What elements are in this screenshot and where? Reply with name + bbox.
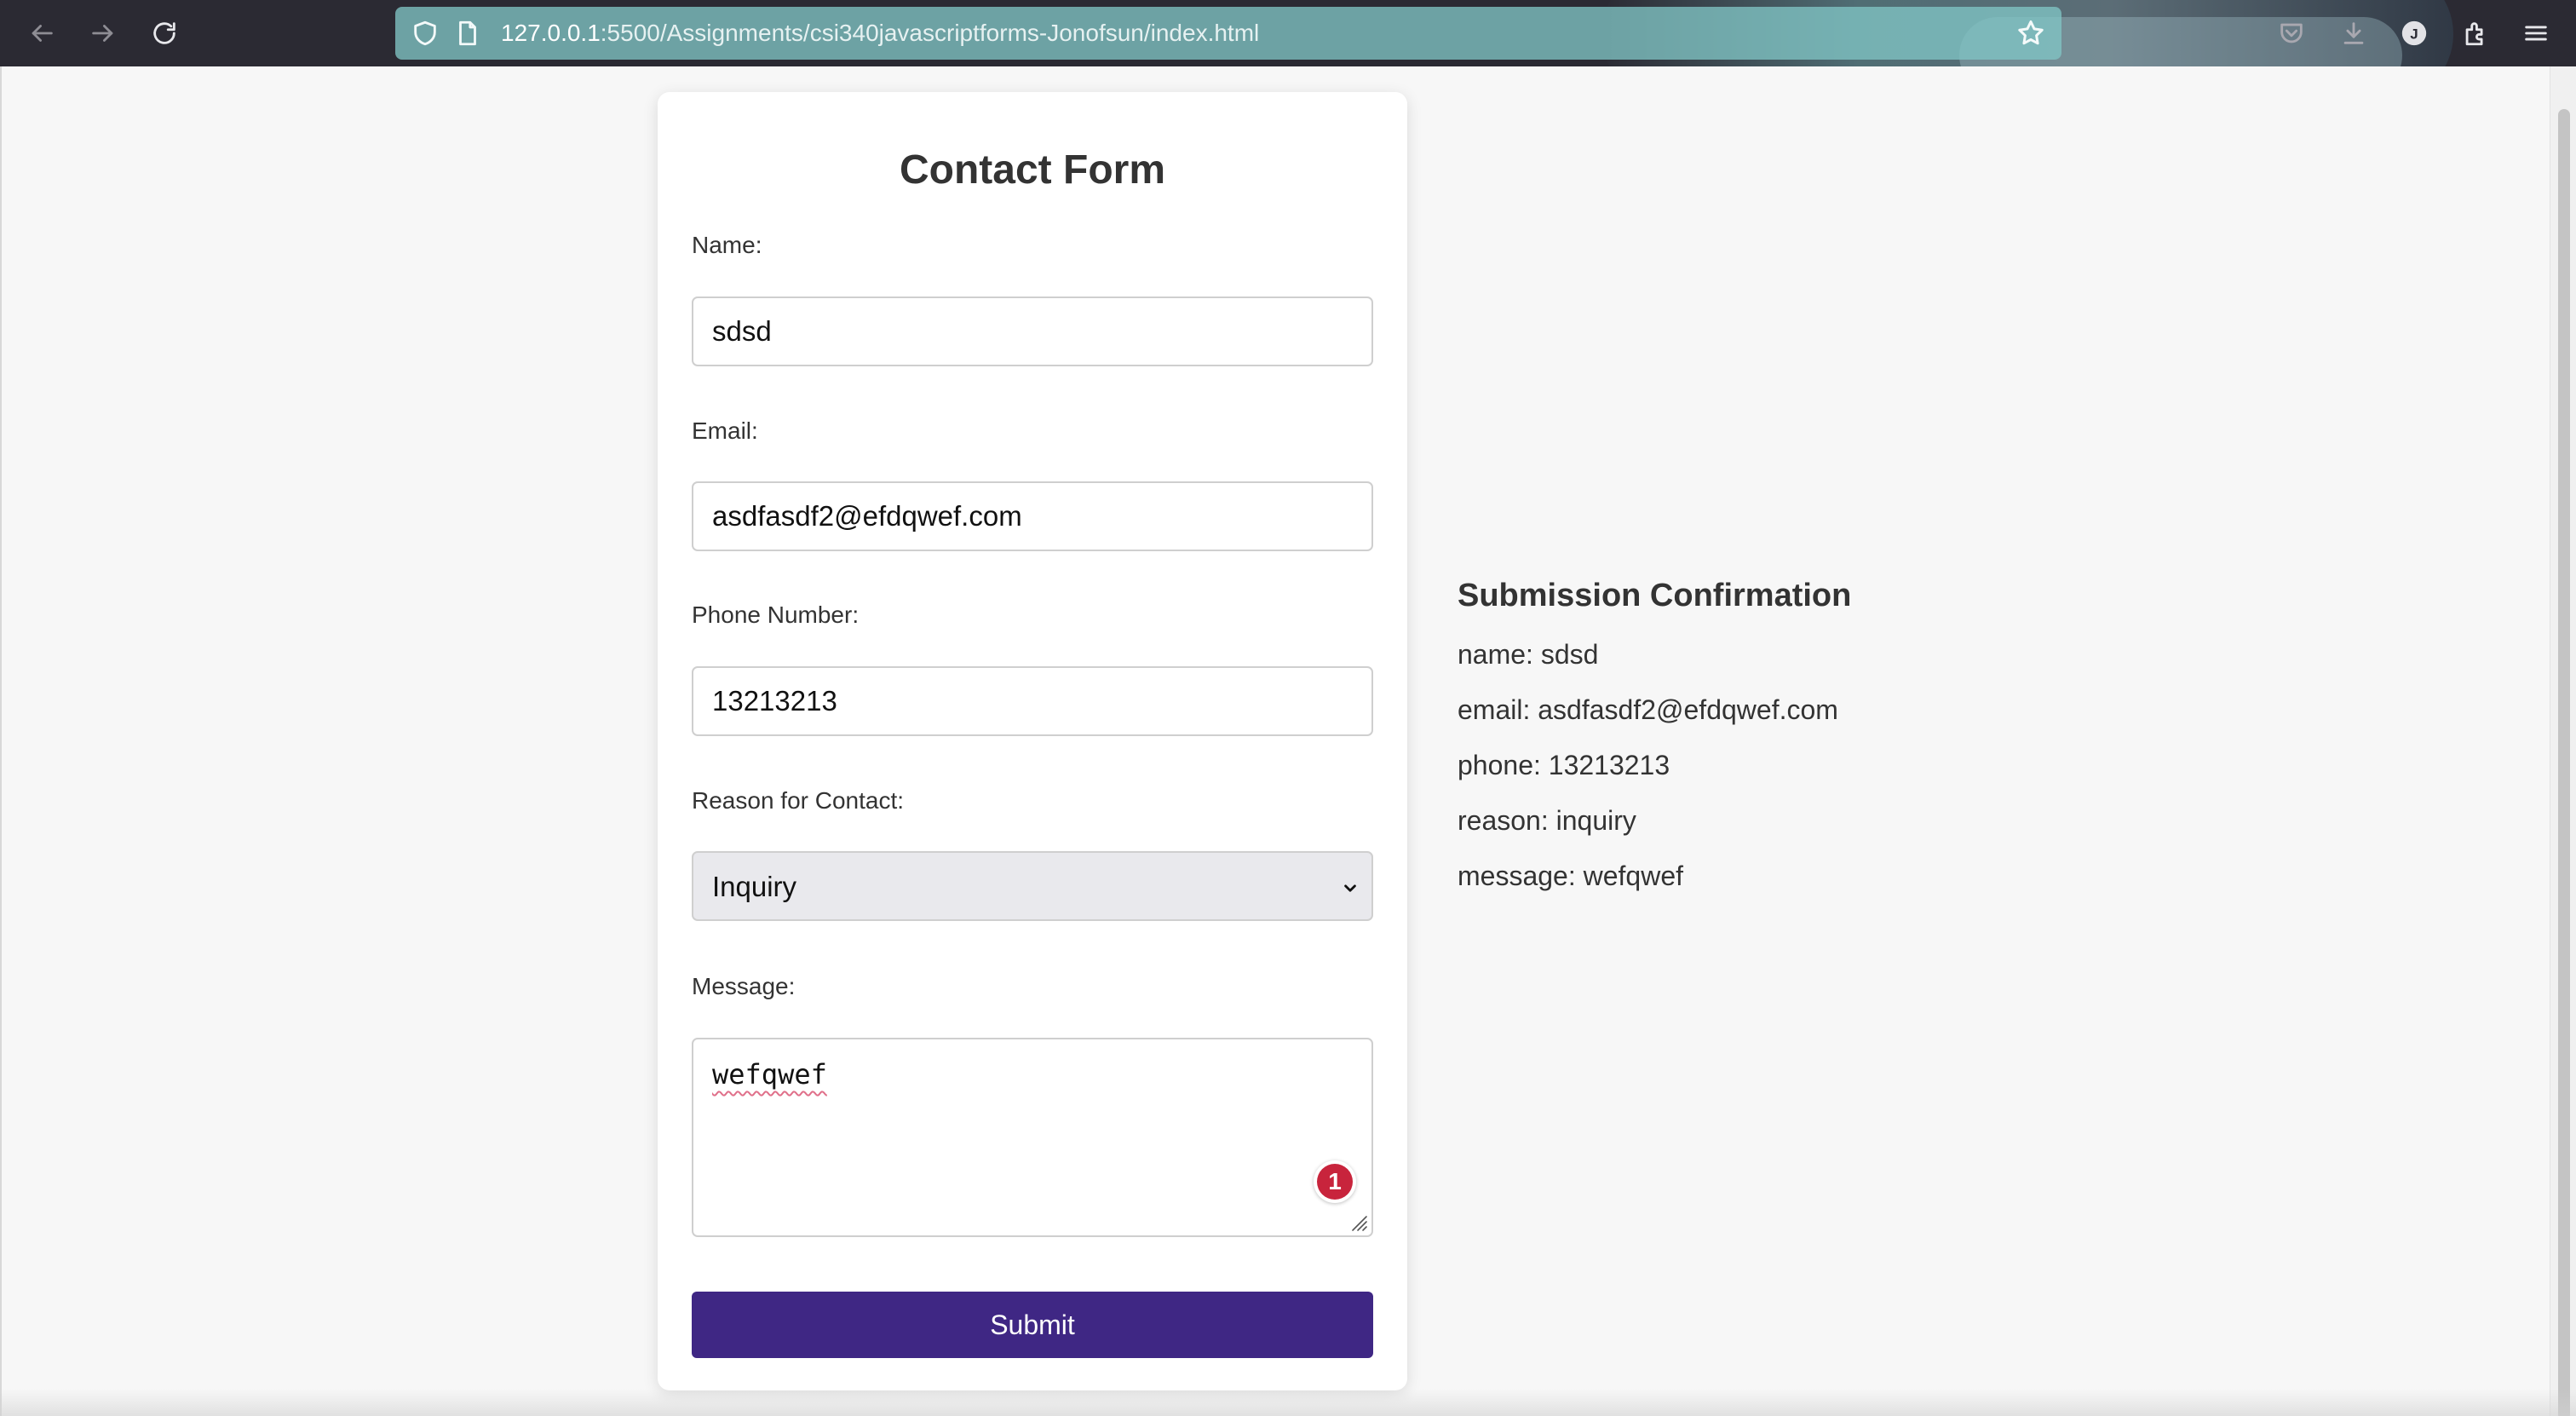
download-icon[interactable] [2336,15,2372,51]
pocket-icon[interactable] [2274,15,2309,51]
confirmation-line-name: name: sdsd [1458,639,1599,670]
email-input[interactable] [692,481,1373,551]
confirmation-title: Submission Confirmation [1458,578,1852,613]
reason-label: Reason for Contact: [692,787,905,814]
bottom-shadow [0,1389,2576,1416]
forward-arrow-icon[interactable] [85,15,121,51]
extensions-icon[interactable] [2458,15,2493,51]
confirmation-line-message: message: wefqwef [1458,861,1684,891]
resize-grip-icon[interactable] [1348,1212,1368,1232]
window-edge [0,66,2,1416]
confirmation-line-reason: reason: inquiry [1458,805,1636,836]
vertical-scrollbar[interactable] [2550,66,2576,1416]
phone-input[interactable] [692,666,1373,736]
contact-form-card: Contact Form Name: Email: Phone Number: … [658,92,1407,1390]
back-arrow-icon[interactable] [24,15,60,51]
name-input[interactable] [692,296,1373,366]
email-label: Email: [692,417,758,444]
name-label: Name: [692,232,762,258]
page-icon [459,20,476,46]
form-title: Contact Form [900,147,1165,193]
message-textarea[interactable]: wefqwef 1 [692,1038,1373,1237]
grammar-badge[interactable]: 1 [1314,1160,1356,1203]
chevron-down-icon [1344,884,1356,892]
confirmation-line-email: email: asdfasdf2@efdqwef.com [1458,694,1838,725]
account-icon[interactable]: J [2396,15,2432,51]
grammar-badge-count: 1 [1317,1164,1353,1200]
url-bar[interactable]: 127.0.0.1:5500/Assignments/csi340javascr… [395,7,2061,60]
url-path: :5500/Assignments/csi340javascriptforms-… [600,20,1260,46]
url-host: 127.0.0.1 [501,20,601,46]
reload-icon[interactable] [147,15,182,51]
message-text: wefqwef [712,1058,827,1091]
submission-confirmation: Submission Confirmation name: sdsd email… [1458,579,2139,918]
reason-select[interactable]: Inquiry [692,851,1373,921]
profile-initial: J [2410,26,2418,42]
reason-selected-value: Inquiry [712,871,797,902]
phone-label: Phone Number: [692,602,860,628]
scrollbar-thumb[interactable] [2558,109,2570,1416]
shield-icon[interactable] [411,19,440,48]
star-icon[interactable] [2015,18,2046,49]
message-label: Message: [692,973,796,999]
menu-icon[interactable] [2518,15,2554,51]
confirmation-line-phone: phone: 13213213 [1458,750,1670,780]
url-text[interactable]: 127.0.0.1:5500/Assignments/csi340javascr… [501,19,1259,48]
browser-toolbar: 127.0.0.1:5500/Assignments/csi340javascr… [0,0,2576,66]
submit-button[interactable]: Submit [692,1292,1373,1358]
